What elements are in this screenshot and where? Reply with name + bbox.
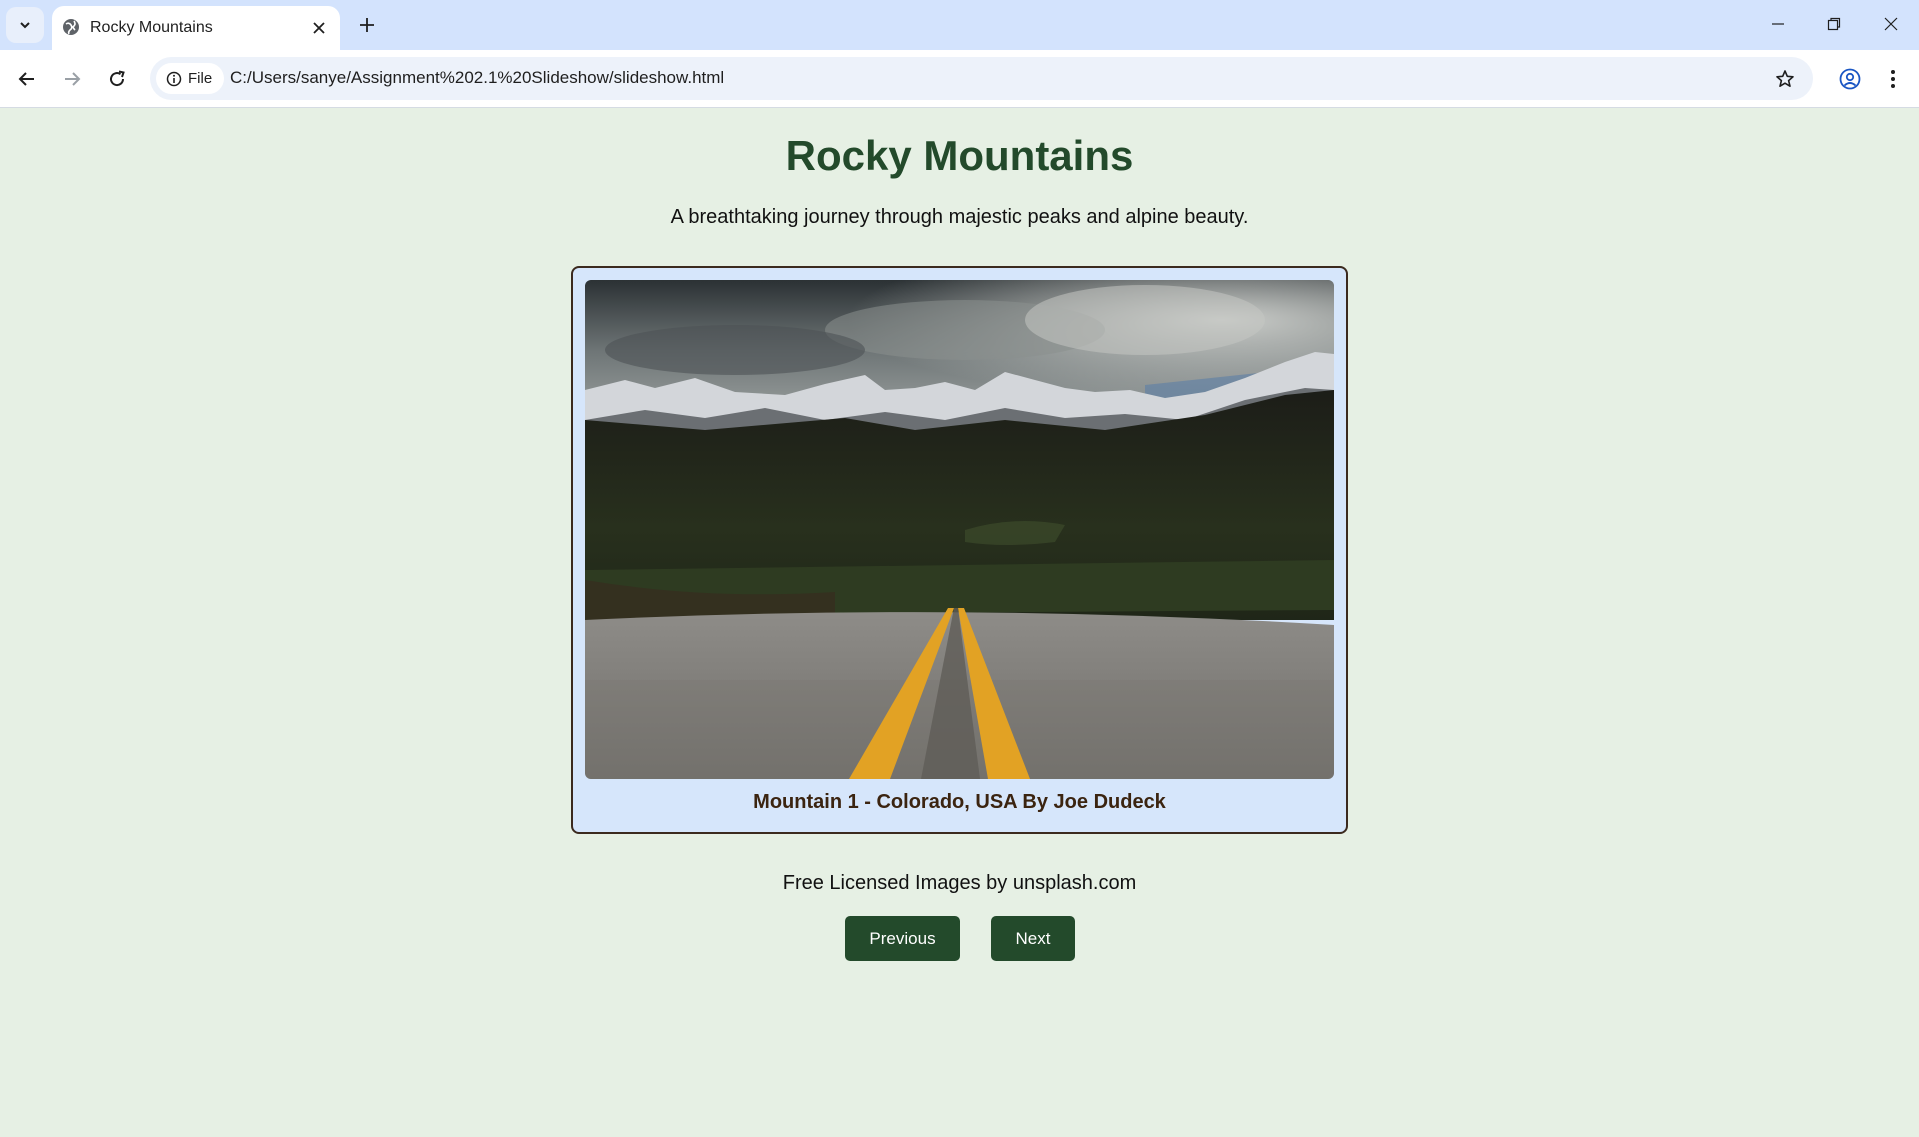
page-title: Rocky Mountains <box>785 132 1134 179</box>
image-credit: Free Licensed Images by unsplash.com <box>782 872 1137 894</box>
minimize-icon <box>1772 23 1784 25</box>
restore-icon <box>1827 17 1841 31</box>
profile-button[interactable] <box>1832 61 1868 97</box>
plus-icon <box>360 18 374 32</box>
forward-button[interactable] <box>54 61 90 97</box>
tab-search-button[interactable] <box>6 7 44 43</box>
browser-menu-button[interactable] <box>1876 61 1910 97</box>
page-subtitle: A breathtaking journey through majestic … <box>670 206 1249 228</box>
tab-title: Rocky Mountains <box>90 19 213 36</box>
back-button[interactable] <box>9 61 45 97</box>
browser-tab[interactable]: Rocky Mountains <box>52 6 340 50</box>
slide-frame: Mountain 1 - Colorado, USA By Joe Dudeck <box>571 266 1348 834</box>
arrow-right-icon <box>65 72 81 86</box>
chevron-down-icon <box>20 22 30 29</box>
browser-toolbar: File C:/Users/sanye/Assignment%202.1%20S… <box>0 50 1919 108</box>
close-window-button[interactable] <box>1871 8 1911 40</box>
url-text[interactable]: C:/Users/sanye/Assignment%202.1%20Slides… <box>230 68 724 88</box>
reload-icon <box>110 70 125 87</box>
next-button[interactable]: Next <box>991 916 1075 961</box>
address-bar[interactable]: File C:/Users/sanye/Assignment%202.1%20S… <box>150 57 1813 100</box>
site-info-chip[interactable]: File <box>156 63 224 94</box>
slide-caption: Mountain 1 - Colorado, USA By Joe Dudeck <box>753 791 1166 813</box>
close-tab-icon[interactable] <box>308 17 330 39</box>
previous-button[interactable]: Previous <box>845 916 960 961</box>
site-info-label: File <box>188 70 213 87</box>
more-vert-icon <box>1891 70 1895 88</box>
reload-button[interactable] <box>99 61 135 97</box>
slide-image <box>585 280 1334 779</box>
account-icon <box>1839 68 1861 90</box>
restore-button[interactable] <box>1814 8 1854 40</box>
globe-icon <box>62 18 80 41</box>
arrow-left-icon <box>18 72 34 86</box>
slideshow-page: Rocky Mountains A breathtaking journey t… <box>0 108 1919 1137</box>
tab-strip: Rocky Mountains <box>0 0 1919 50</box>
new-tab-button[interactable] <box>352 10 382 40</box>
bookmark-button[interactable] <box>1771 65 1799 93</box>
info-icon <box>166 71 182 86</box>
star-icon <box>1776 70 1794 87</box>
close-icon <box>1884 17 1898 31</box>
minimize-button[interactable] <box>1758 8 1798 40</box>
